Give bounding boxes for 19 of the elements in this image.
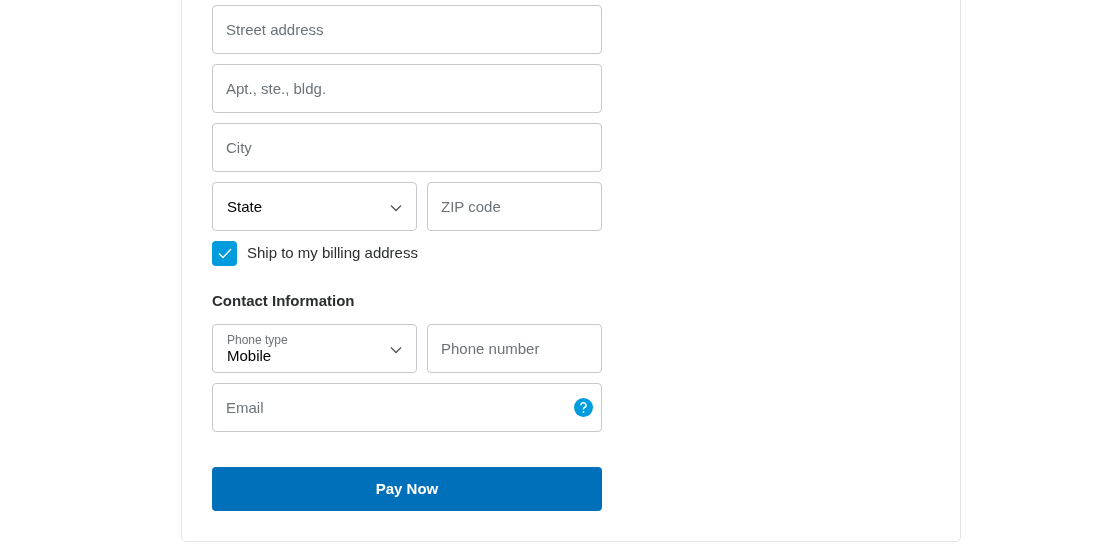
checkmark-icon — [217, 248, 232, 259]
input-field[interactable]: City — [212, 123, 602, 172]
input-field[interactable]: ZIP code — [427, 182, 602, 231]
input-field[interactable]: Email — [212, 383, 602, 432]
chevron-down-icon — [390, 346, 402, 354]
field-label: Phone type — [227, 332, 288, 347]
select-field[interactable]: Phone type Mobile — [212, 324, 417, 373]
section-heading: Contact Information — [212, 292, 356, 310]
pay-now-button[interactable]: Pay Now — [212, 467, 602, 511]
chevron-down-icon — [390, 204, 402, 212]
select-field[interactable]: State — [212, 182, 417, 231]
checkbox[interactable] — [212, 241, 237, 266]
checkbox-label: Ship to my billing address — [247, 243, 418, 264]
select-value: State — [227, 197, 263, 216]
input-field[interactable]: Street address — [212, 5, 602, 54]
input-field[interactable]: Phone number — [427, 324, 602, 373]
input-field[interactable]: Apt., ste., bldg. — [212, 64, 602, 113]
select-value: Mobile — [227, 346, 272, 365]
help-icon[interactable] — [574, 398, 593, 417]
